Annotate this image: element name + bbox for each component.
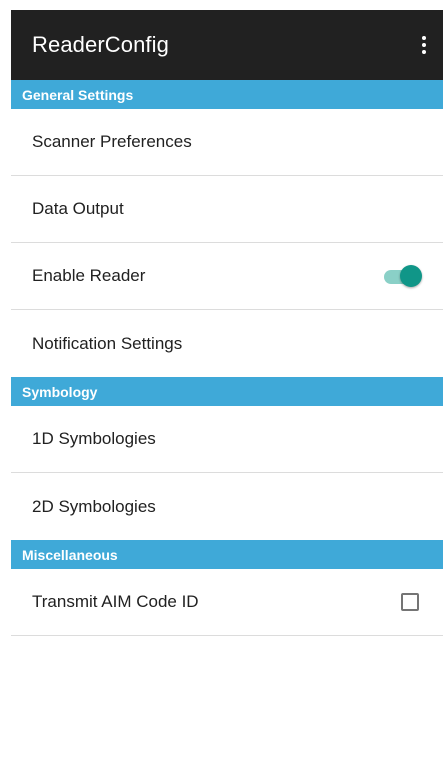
setting-label: 2D Symbologies — [32, 496, 156, 516]
toggle-thumb — [400, 265, 422, 287]
setting-scanner-preferences[interactable]: Scanner Preferences — [11, 109, 443, 176]
menu-dot — [422, 43, 426, 47]
setting-label: Scanner Preferences — [32, 132, 192, 151]
section-header-miscellaneous: Miscellaneous — [11, 540, 443, 569]
setting-label: 1D Symbologies — [32, 429, 156, 448]
menu-dot — [422, 50, 426, 54]
section-header-general: General Settings — [11, 80, 443, 109]
transmit-aim-code-id-checkbox[interactable] — [401, 593, 419, 611]
setting-enable-reader[interactable]: Enable Reader — [11, 243, 443, 310]
setting-label: Data Output — [32, 199, 124, 218]
setting-label: Transmit AIM Code ID — [32, 592, 199, 611]
more-vert-icon[interactable] — [415, 23, 433, 67]
section-header-symbology: Symbology — [11, 377, 443, 406]
setting-notification-settings[interactable]: Notification Settings — [11, 310, 443, 377]
app-title: ReaderConfig — [32, 32, 169, 57]
settings-screen: ReaderConfig General Settings Scanner Pr… — [11, 10, 443, 760]
setting-2d-symbologies[interactable]: 2D Symbologies — [11, 473, 443, 540]
setting-label: Notification Settings — [32, 333, 183, 353]
app-bar: ReaderConfig — [11, 10, 443, 80]
menu-dot — [422, 36, 426, 40]
setting-label: Enable Reader — [32, 266, 146, 285]
enable-reader-toggle[interactable] — [382, 264, 422, 288]
setting-data-output[interactable]: Data Output — [11, 176, 443, 243]
setting-1d-symbologies[interactable]: 1D Symbologies — [11, 406, 443, 473]
setting-transmit-aim-code-id[interactable]: Transmit AIM Code ID — [11, 569, 443, 636]
